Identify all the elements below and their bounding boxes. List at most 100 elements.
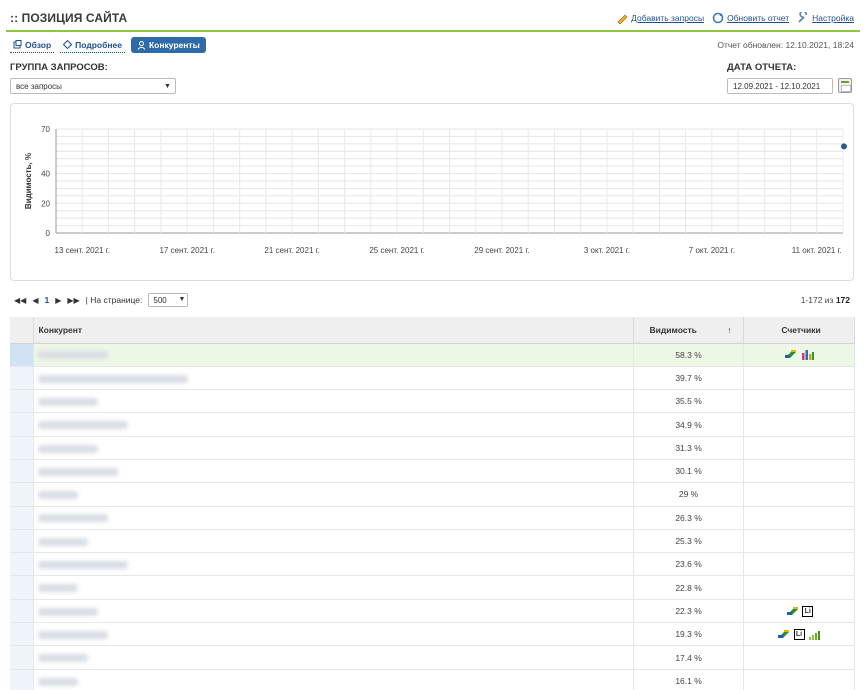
results-range-text: 1-172 из bbox=[800, 295, 834, 305]
refresh-report-link[interactable]: Обновить отчет bbox=[712, 12, 789, 24]
row-marker bbox=[10, 482, 35, 507]
chart-x-tick: 3 окт. 2021 г. bbox=[584, 246, 630, 255]
row-marker bbox=[10, 529, 35, 554]
next-page-icon[interactable]: ▶ bbox=[55, 296, 61, 305]
visibility-column-header[interactable]: Видимость ↑ bbox=[633, 317, 745, 344]
competitor-cell[interactable] bbox=[33, 506, 635, 530]
redacted-competitor-name bbox=[38, 421, 129, 430]
visibility-chart: 0 20 40 70 Видимость, % 13 сент. 2021 г. 17 се… bbox=[10, 103, 854, 281]
row-marker bbox=[10, 552, 35, 577]
visibility-cell: 39.7 % bbox=[633, 366, 745, 391]
competitor-cell[interactable] bbox=[33, 412, 635, 437]
table-row[interactable]: 30.1 % bbox=[10, 459, 855, 484]
chart-x-tick: 29 сент. 2021 г. bbox=[474, 246, 529, 255]
redacted-competitor-name bbox=[38, 444, 99, 453]
report-tabs: Обзор Подробнее Конкуренты bbox=[10, 37, 206, 53]
prev-page-icon[interactable]: ◀ bbox=[32, 296, 38, 305]
visibility-cell: 16.1 % bbox=[633, 669, 745, 690]
table-row[interactable]: 22.8 % bbox=[10, 575, 855, 600]
query-group-select[interactable]: все запросы ▼ bbox=[10, 78, 176, 94]
chart-x-tick: 13 сент. 2021 г. bbox=[55, 246, 110, 255]
table-row[interactable]: 16.1 % bbox=[10, 669, 855, 690]
chart-y-tick: 40 bbox=[41, 170, 50, 179]
competitor-cell[interactable] bbox=[33, 645, 635, 670]
counters-cell bbox=[743, 529, 855, 554]
competitor-column-header[interactable]: Конкурент bbox=[33, 317, 635, 344]
counters-column-header[interactable]: Счетчики bbox=[743, 317, 855, 344]
table-row[interactable]: 58.3 % bbox=[10, 343, 855, 367]
per-page-label: | На странице: bbox=[85, 295, 143, 305]
visibility-cell: 22.3 % bbox=[633, 599, 745, 624]
sitemeter-counter-icon bbox=[778, 629, 790, 638]
tab-competitors[interactable]: Конкуренты bbox=[130, 37, 206, 53]
competitor-cell[interactable] bbox=[33, 389, 635, 414]
table-row[interactable]: 34.9 % bbox=[10, 412, 855, 437]
sitemeter-counter-icon bbox=[786, 606, 798, 615]
redacted-competitor-name bbox=[38, 514, 109, 523]
pagination: ◀◀ ◀ 1 ▶ ▶▶ | На странице: 500 ▼ bbox=[14, 293, 189, 307]
redacted-competitor-name bbox=[38, 607, 99, 616]
table-row[interactable]: 25.3 % bbox=[10, 529, 855, 554]
settings-link[interactable]: Настройка bbox=[797, 12, 854, 24]
current-page[interactable]: 1 bbox=[44, 295, 49, 305]
counters-cell bbox=[743, 645, 855, 670]
counters-cell bbox=[743, 366, 855, 391]
redacted-competitor-name bbox=[38, 351, 109, 360]
table-row[interactable]: 29 % bbox=[10, 482, 855, 507]
table-row[interactable]: 19.3 % Li bbox=[10, 622, 855, 647]
row-marker bbox=[10, 459, 35, 484]
counters-cell bbox=[743, 669, 855, 690]
chart-y-tick: 70 bbox=[41, 125, 50, 134]
chart-y-tick: 0 bbox=[46, 229, 51, 238]
visibility-header-label: Видимость bbox=[649, 324, 697, 335]
row-marker bbox=[10, 645, 35, 670]
calendar-icon[interactable] bbox=[838, 78, 852, 93]
competitor-cell[interactable] bbox=[33, 622, 635, 647]
chart-x-tick: 21 сент. 2021 г. bbox=[264, 246, 319, 255]
competitor-cell[interactable] bbox=[33, 552, 635, 577]
last-page-icon[interactable]: ▶▶ bbox=[67, 296, 79, 305]
tab-competitors-label: Конкуренты bbox=[148, 40, 200, 50]
row-marker bbox=[10, 412, 35, 437]
counters-cell bbox=[743, 552, 855, 577]
chart-x-tick: 25 сент. 2021 г. bbox=[369, 246, 424, 255]
row-marker bbox=[10, 366, 35, 391]
counters-cell bbox=[743, 343, 855, 367]
table-row[interactable]: 35.5 % bbox=[10, 389, 855, 414]
table-row[interactable]: 26.3 % bbox=[10, 506, 855, 530]
sitemeter-counter-icon bbox=[784, 350, 796, 359]
table-row[interactable]: 39.7 % bbox=[10, 366, 855, 391]
report-date-field[interactable]: 12.09.2021 - 12.10.2021 bbox=[727, 78, 833, 94]
add-queries-link[interactable]: Добавить запросы bbox=[616, 12, 704, 24]
row-marker bbox=[10, 436, 35, 460]
chart-x-tick: 7 окт. 2021 г. bbox=[689, 246, 735, 255]
tab-details[interactable]: Подробнее bbox=[60, 38, 125, 53]
competitor-cell[interactable] bbox=[33, 459, 635, 484]
competitor-cell[interactable] bbox=[33, 529, 635, 554]
tab-overview[interactable]: Обзор bbox=[10, 38, 55, 53]
query-group-value: все запросы bbox=[16, 82, 62, 91]
sort-asc-icon: ↑ bbox=[727, 324, 732, 335]
row-marker bbox=[10, 389, 35, 414]
counters-cell bbox=[743, 482, 855, 507]
first-page-icon[interactable]: ◀◀ bbox=[14, 296, 26, 305]
competitor-cell[interactable] bbox=[33, 482, 635, 507]
table-row[interactable]: 17.4 % bbox=[10, 645, 855, 670]
table-row[interactable]: 31.3 % bbox=[10, 436, 855, 460]
chart-counter-icon bbox=[802, 350, 815, 361]
competitor-cell[interactable] bbox=[33, 436, 635, 460]
redacted-competitor-name bbox=[38, 561, 129, 570]
competitor-cell[interactable] bbox=[33, 343, 635, 367]
redacted-competitor-name bbox=[38, 397, 99, 406]
competitor-cell[interactable] bbox=[33, 599, 635, 624]
competitor-cell[interactable] bbox=[33, 669, 635, 690]
competitor-cell[interactable] bbox=[33, 366, 635, 391]
results-total: 172 bbox=[835, 295, 850, 305]
table-row[interactable]: 23.6 % bbox=[10, 552, 855, 577]
counters-cell bbox=[743, 506, 855, 530]
competitor-cell[interactable] bbox=[33, 575, 635, 600]
redacted-competitor-name bbox=[38, 630, 109, 639]
table-row[interactable]: 22.3 % Li bbox=[10, 599, 855, 624]
person-icon bbox=[137, 40, 146, 50]
per-page-select[interactable]: 500 ▼ bbox=[148, 293, 189, 307]
